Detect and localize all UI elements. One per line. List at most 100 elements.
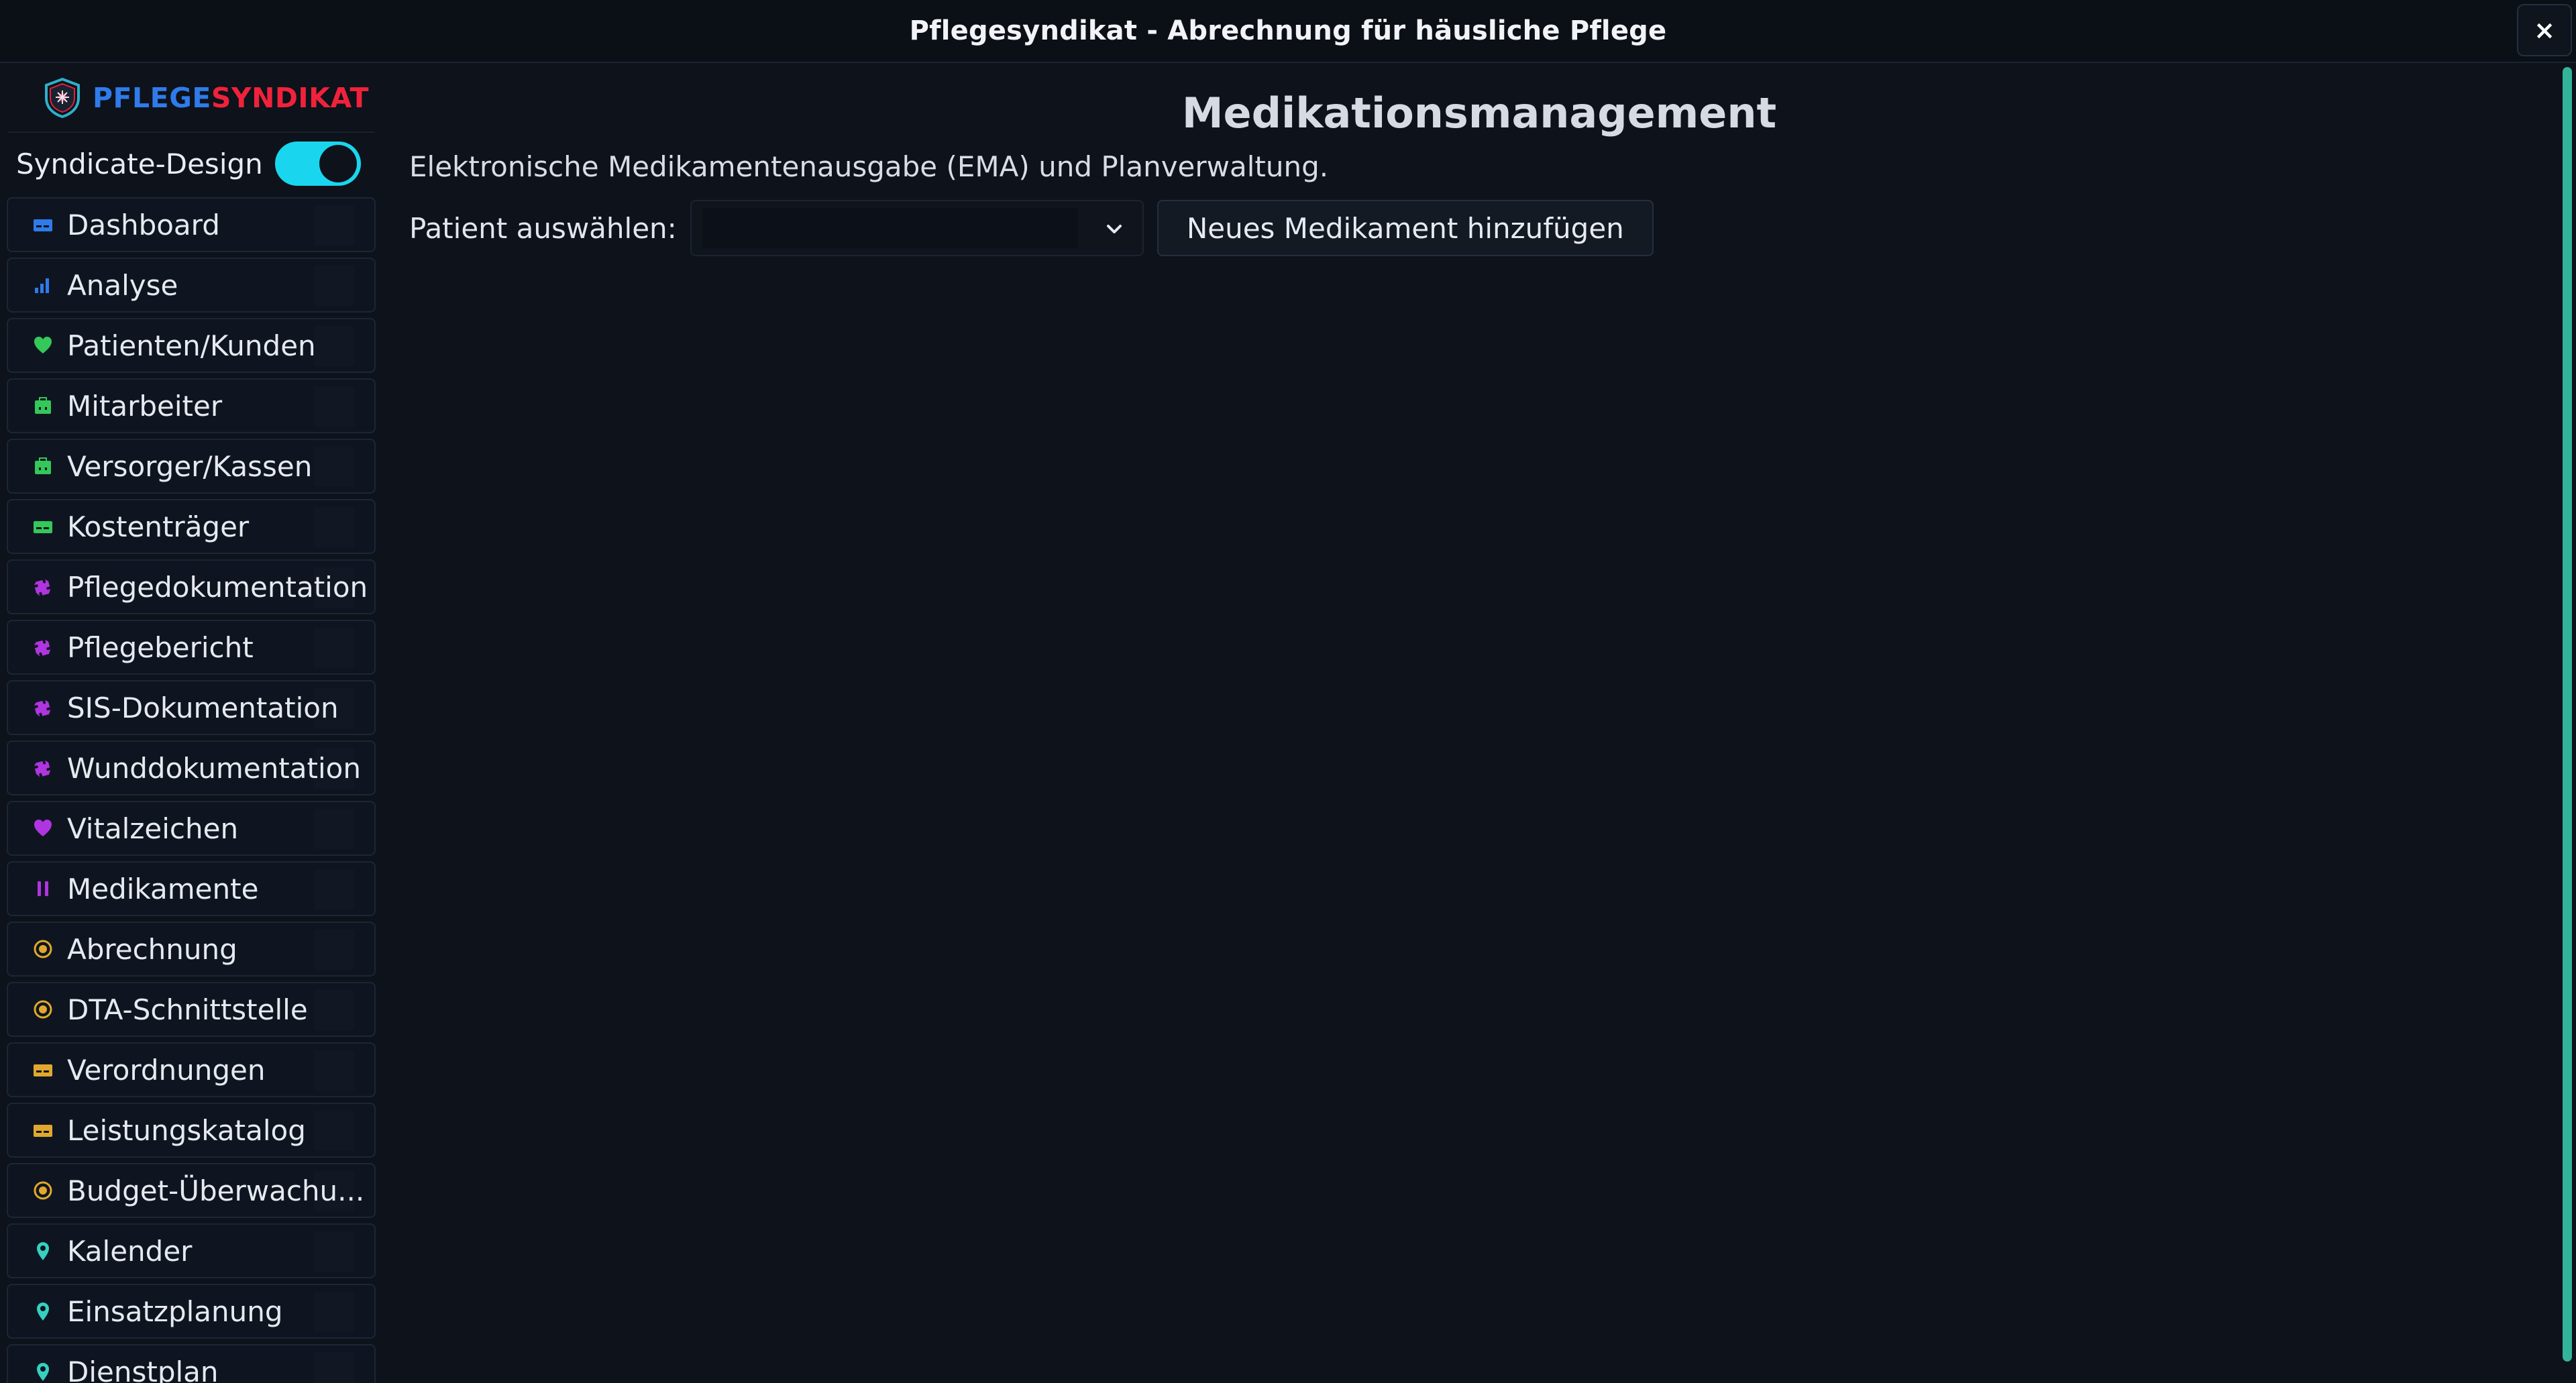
design-toggle-row: Syndicate-Design <box>16 140 365 188</box>
sidebar-item-7[interactable]: Pflegebericht <box>7 620 376 675</box>
sidebar-item-label: Pflegedokumentation <box>67 570 368 604</box>
sidebar-item-6[interactable]: Pflegedokumentation <box>7 559 376 614</box>
sidebar-item-shade <box>314 809 354 849</box>
app-logo: PFLEGESYNDIKAT <box>43 71 369 125</box>
brand-name: PFLEGESYNDIKAT <box>93 82 369 114</box>
sidebar-item-0[interactable]: Dashboard <box>7 197 376 252</box>
sidebar-item-2[interactable]: Patienten/Kunden <box>7 318 376 373</box>
sidebar-item-11[interactable]: Medikamente <box>7 861 376 916</box>
logo-divider <box>8 131 374 133</box>
sidebar-item-shade <box>314 326 354 366</box>
sidebar-item-shade <box>314 869 354 909</box>
close-icon: × <box>2534 15 2555 45</box>
card-icon <box>32 516 54 537</box>
sidebar-item-label: Dashboard <box>67 208 220 241</box>
card-icon <box>32 1119 54 1141</box>
add-medication-button[interactable]: Neues Medikament hinzufügen <box>1157 200 1654 256</box>
puzzle-icon <box>32 637 54 658</box>
sidebar-item-shade <box>314 205 354 245</box>
patient-select-value <box>702 208 1078 248</box>
sidebar-item-4[interactable]: Versorger/Kassen <box>7 439 376 494</box>
chevron-down-icon <box>1106 225 1122 233</box>
pin-icon <box>32 1240 54 1262</box>
sidebar-item-label: Vitalzeichen <box>67 812 239 845</box>
sidebar-item-shade <box>314 1050 354 1091</box>
sidebar-item-10[interactable]: Vitalzeichen <box>7 801 376 856</box>
briefcase-icon <box>32 395 54 417</box>
sidebar-item-1[interactable]: Analyse <box>7 258 376 313</box>
card-icon <box>32 214 54 235</box>
heart-icon <box>32 335 54 356</box>
patient-select[interactable] <box>690 200 1144 256</box>
sidebar-item-label: Leistungskatalog <box>67 1113 306 1147</box>
coin-icon <box>32 999 54 1020</box>
sidebar-item-shade <box>314 447 354 487</box>
sidebar-item-label: Medikamente <box>67 872 259 905</box>
sidebar-item-label: Mitarbeiter <box>67 389 223 423</box>
puzzle-icon <box>32 697 54 718</box>
sidebar-item-label: Versorger/Kassen <box>67 449 313 483</box>
sidebar-item-15[interactable]: Leistungskatalog <box>7 1103 376 1158</box>
sidebar-item-shade <box>314 507 354 547</box>
sidebar-item-14[interactable]: Verordnungen <box>7 1042 376 1097</box>
sidebar-item-label: Pflegebericht <box>67 630 254 664</box>
sidebar-item-label: Einsatzplanung <box>67 1294 283 1328</box>
title-bar: Pflegesyndikat - Abrechnung für häuslich… <box>0 0 2576 63</box>
sidebar-item-shade <box>314 386 354 427</box>
sidebar-item-shade <box>314 1111 354 1151</box>
toggle-knob <box>319 145 357 182</box>
sidebar-item-shade <box>314 628 354 668</box>
sidebar: PFLEGESYNDIKAT Syndicate-Design Dashboar… <box>0 64 382 1383</box>
pause-icon <box>32 878 54 899</box>
sidebar-item-shade <box>314 1292 354 1332</box>
sidebar-item-label: Patienten/Kunden <box>67 329 316 362</box>
briefcase-icon <box>32 455 54 477</box>
main-content: Medikationsmanagement Elektronische Medi… <box>409 64 2542 1383</box>
sidebar-item-label: Kalender <box>67 1234 193 1268</box>
brand-part-1: PFLEGE <box>93 82 211 114</box>
pin-icon <box>32 1361 54 1382</box>
sidebar-item-label: Kostenträger <box>67 510 250 543</box>
pin-icon <box>32 1301 54 1322</box>
sidebar-item-label: Abrechnung <box>67 932 237 966</box>
window-title: Pflegesyndikat - Abrechnung für häuslich… <box>909 15 1667 46</box>
design-toggle-label: Syndicate-Design <box>16 147 263 180</box>
page-title: Medikationsmanagement <box>1181 89 1777 137</box>
coin-icon <box>32 1180 54 1201</box>
sidebar-item-label: DTA-Schnittstelle <box>67 993 308 1026</box>
card-icon <box>32 1059 54 1081</box>
sidebar-item-label: Dienstplan <box>67 1355 219 1383</box>
sidebar-item-19[interactable]: Dienstplan <box>7 1344 376 1383</box>
sidebar-item-3[interactable]: Mitarbeiter <box>7 378 376 433</box>
sidebar-item-label: SIS-Dokumentation <box>67 691 339 724</box>
sidebar-item-9[interactable]: Wunddokumentation <box>7 740 376 795</box>
sidebar-item-8[interactable]: SIS-Dokumentation <box>7 680 376 735</box>
sidebar-item-16[interactable]: Budget-Überwachu... <box>7 1163 376 1218</box>
sidebar-item-shade <box>314 1352 354 1383</box>
sidebar-item-label: Wunddokumentation <box>67 751 361 785</box>
puzzle-icon <box>32 757 54 779</box>
sidebar-item-shade <box>314 266 354 306</box>
shield-logo-icon <box>45 77 80 119</box>
sidebar-item-shade <box>314 1231 354 1272</box>
patient-select-row: Patient auswählen: Neues Medikament hinz… <box>409 200 1654 256</box>
bar-chart-icon <box>32 274 54 296</box>
sidebar-item-12[interactable]: Abrechnung <box>7 922 376 977</box>
design-toggle-switch[interactable] <box>274 142 361 186</box>
sidebar-item-shade <box>314 990 354 1030</box>
sidebar-item-label: Analyse <box>67 268 178 302</box>
coin-icon <box>32 938 54 960</box>
sidebar-nav: Dashboard Analyse Patienten/Kunden Mitarbei… <box>7 197 376 1383</box>
close-button[interactable]: × <box>2517 4 2572 56</box>
sidebar-item-shade <box>314 930 354 970</box>
puzzle-icon <box>32 576 54 598</box>
heart-icon <box>32 818 54 839</box>
sidebar-item-label: Budget-Überwachu... <box>67 1174 365 1207</box>
sidebar-item-17[interactable]: Kalender <box>7 1223 376 1278</box>
sidebar-item-13[interactable]: DTA-Schnittstelle <box>7 982 376 1037</box>
sidebar-item-label: Verordnungen <box>67 1053 266 1087</box>
sidebar-item-5[interactable]: Kostenträger <box>7 499 376 554</box>
brand-part-2: SYNDIKAT <box>211 82 369 114</box>
scrollbar[interactable] <box>2563 67 2572 1362</box>
sidebar-item-18[interactable]: Einsatzplanung <box>7 1284 376 1339</box>
